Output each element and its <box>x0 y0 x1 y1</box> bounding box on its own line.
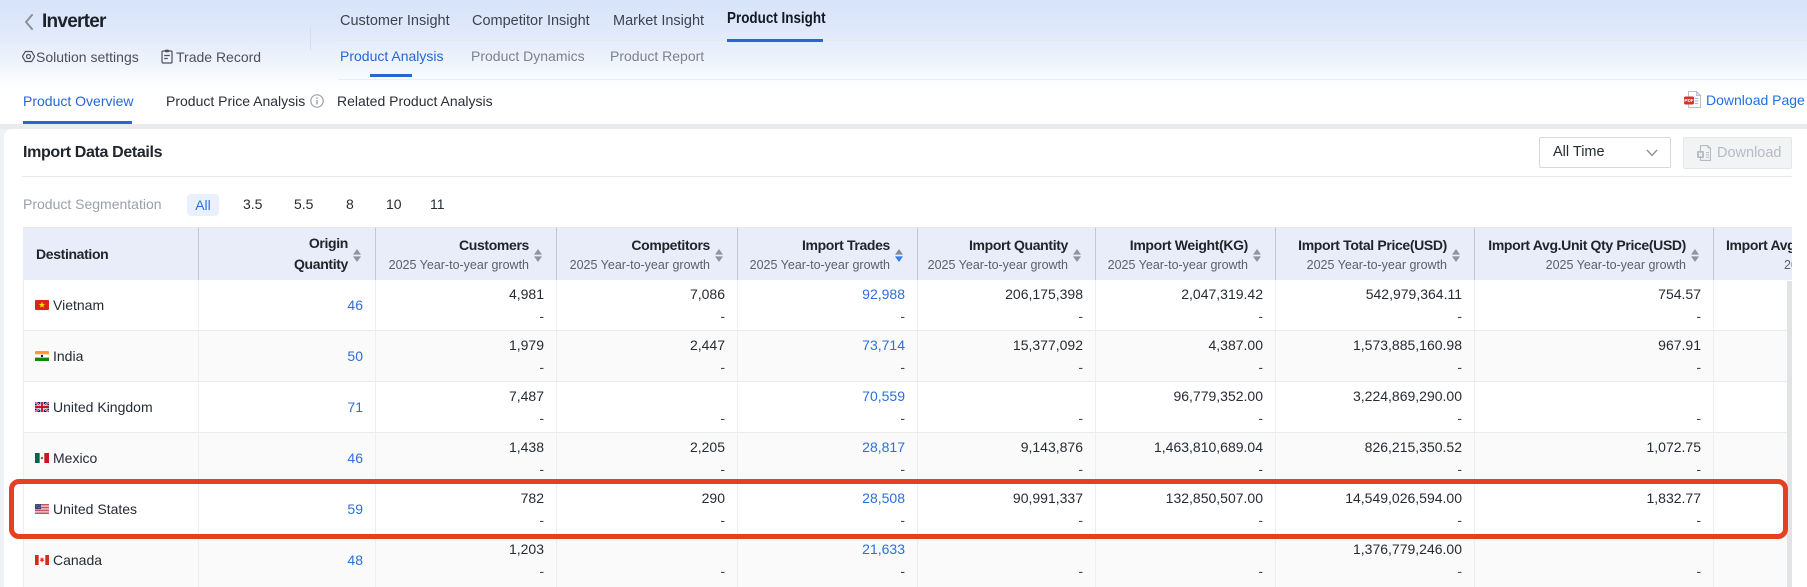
svg-text:PDF: PDF <box>1684 98 1693 103</box>
